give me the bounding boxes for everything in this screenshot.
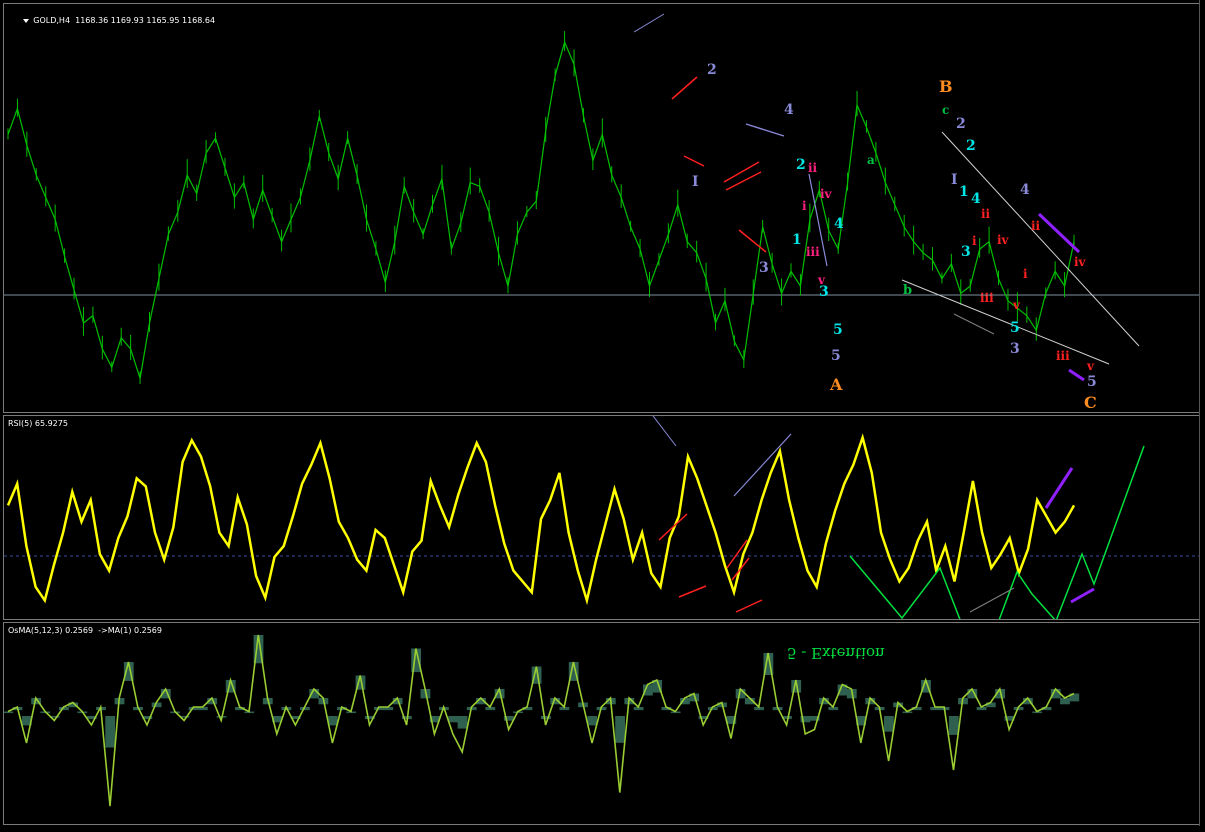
rsi-trendline-purple-2[interactable]	[1070, 587, 1095, 604]
osma-pane[interactable]: OsMA(5,12,3) 0.2569 ->MA(1) 0.2569 5 - E…	[3, 622, 1200, 825]
rsi-trendline-red-2[interactable]	[678, 585, 707, 598]
trendline-lavender-top[interactable]	[633, 13, 665, 33]
osma-bar	[457, 716, 468, 729]
trendline-red-2[interactable]	[683, 155, 705, 167]
osma-histogram	[4, 635, 1080, 748]
rsi-series-line	[6, 433, 1076, 606]
rsi-pane[interactable]: RSI(5) 65.9275	[3, 415, 1200, 620]
wave-label: b	[903, 283, 912, 298]
dropdown-triangle-icon[interactable]	[23, 18, 30, 23]
price-pane-label: GOLD,H4 1168.36 1169.93 1165.95 1168.64	[8, 7, 215, 34]
wave-label: v	[1012, 298, 1021, 312]
trendline-red-3[interactable]	[723, 161, 760, 183]
osma-bar	[448, 716, 459, 723]
wave-label: C	[1084, 393, 1097, 412]
osma-chart-svg[interactable]: 5 - Extention	[4, 623, 1199, 824]
projection-zigzag-small[interactable]	[849, 445, 1145, 619]
rsi-trendline-red-5[interactable]	[735, 599, 763, 613]
wave-label: B	[939, 77, 953, 96]
trendline-red-4[interactable]	[725, 171, 762, 191]
wave-label: 1	[959, 184, 969, 200]
ohlc-label: 1168.36 1169.93 1165.95 1168.64	[75, 16, 216, 25]
wave-label: iii	[1056, 349, 1070, 363]
wave-label: 5	[831, 348, 841, 364]
wave-label: ii	[981, 207, 991, 221]
wave-label: I	[951, 172, 958, 188]
wave-label: iv	[1074, 255, 1087, 269]
osma-bar	[884, 716, 894, 732]
osma-pane-label: OsMA(5,12,3) 0.2569 ->MA(1) 0.2569	[8, 626, 162, 635]
trendline-red-1[interactable]	[671, 76, 698, 100]
wave-label: i	[1023, 267, 1028, 281]
wave-label: iii	[806, 245, 820, 259]
wave-label: iv	[997, 233, 1010, 247]
wave-label: 3	[961, 244, 971, 260]
trendline-purple-2[interactable]	[1068, 368, 1085, 382]
right-edge-bar	[1199, 0, 1205, 832]
wave-label: i	[972, 234, 977, 248]
rsi-trendline-purple-1[interactable]	[1044, 467, 1074, 509]
wave-label: v	[1086, 359, 1095, 373]
price-pane[interactable]: GOLD,H4 1168.36 1169.93 1165.95 1168.64 …	[3, 3, 1200, 413]
trendline-purple-1[interactable]	[1037, 212, 1081, 254]
wave-label: iv	[820, 187, 833, 201]
osma-bar	[948, 716, 959, 735]
wave-label: 4	[1020, 182, 1030, 198]
wave-label: A	[829, 375, 843, 394]
osma-bar	[1060, 698, 1070, 705]
rsi-trendline-lavender-1[interactable]	[647, 416, 677, 447]
wave-label: 4	[784, 102, 794, 118]
wave-label: 2	[707, 62, 717, 78]
chart-window[interactable]: GOLD,H4 1168.36 1169.93 1165.95 1168.64 …	[0, 0, 1205, 832]
wave-label: ii	[1031, 219, 1041, 233]
trendline-white-lower[interactable]	[901, 279, 1110, 365]
wave-label: 3	[1010, 341, 1020, 357]
bottom-time-axis	[0, 826, 1205, 832]
osma-bar	[615, 716, 625, 743]
rsi-chart-svg[interactable]	[4, 416, 1199, 619]
wave-label: I	[692, 174, 699, 190]
wave-label: 3	[819, 284, 829, 300]
wave-label: c	[942, 103, 949, 117]
rsi-pane-label: RSI(5) 65.9275	[8, 419, 68, 428]
wave-label: 2	[966, 138, 976, 154]
price-candles	[7, 31, 1075, 385]
trendline-gray-short[interactable]	[953, 313, 995, 335]
wave-label: 4	[834, 216, 844, 232]
osma-bar	[587, 716, 598, 726]
wave-label: a	[867, 153, 875, 167]
wave-label: i	[802, 199, 807, 213]
wave-label: 2	[956, 116, 966, 132]
wave-label: 2	[796, 157, 806, 173]
wave-label: 5	[833, 322, 843, 338]
extension-annotation: 5 - Extention	[787, 644, 885, 662]
wave-label: 5	[1087, 374, 1097, 390]
rsi-trendline-red-1[interactable]	[658, 513, 688, 541]
wave-label: ii	[808, 161, 818, 175]
wave-label: iii	[980, 291, 994, 305]
wave-label: 5	[1010, 320, 1020, 336]
symbol-label: GOLD,H4	[33, 16, 71, 25]
rsi-trendline-gray[interactable]	[969, 587, 1015, 613]
trendline-lavender-mid[interactable]	[745, 123, 785, 137]
wave-labels: 2I432 iiivi41iiiv355AabBc22I1 4iii iv34iiii…	[692, 62, 1097, 412]
wave-label: 4	[971, 191, 981, 207]
osma-bar	[105, 716, 116, 748]
price-chart-svg[interactable]: 2I432 iiivi41iiiv355AabBc22I1 4iii iv34iiii…	[4, 4, 1199, 412]
osma-series-line	[7, 634, 1075, 807]
wave-label: 1	[792, 232, 802, 248]
price-series-line	[7, 40, 1075, 379]
wave-label: 3	[759, 260, 769, 276]
